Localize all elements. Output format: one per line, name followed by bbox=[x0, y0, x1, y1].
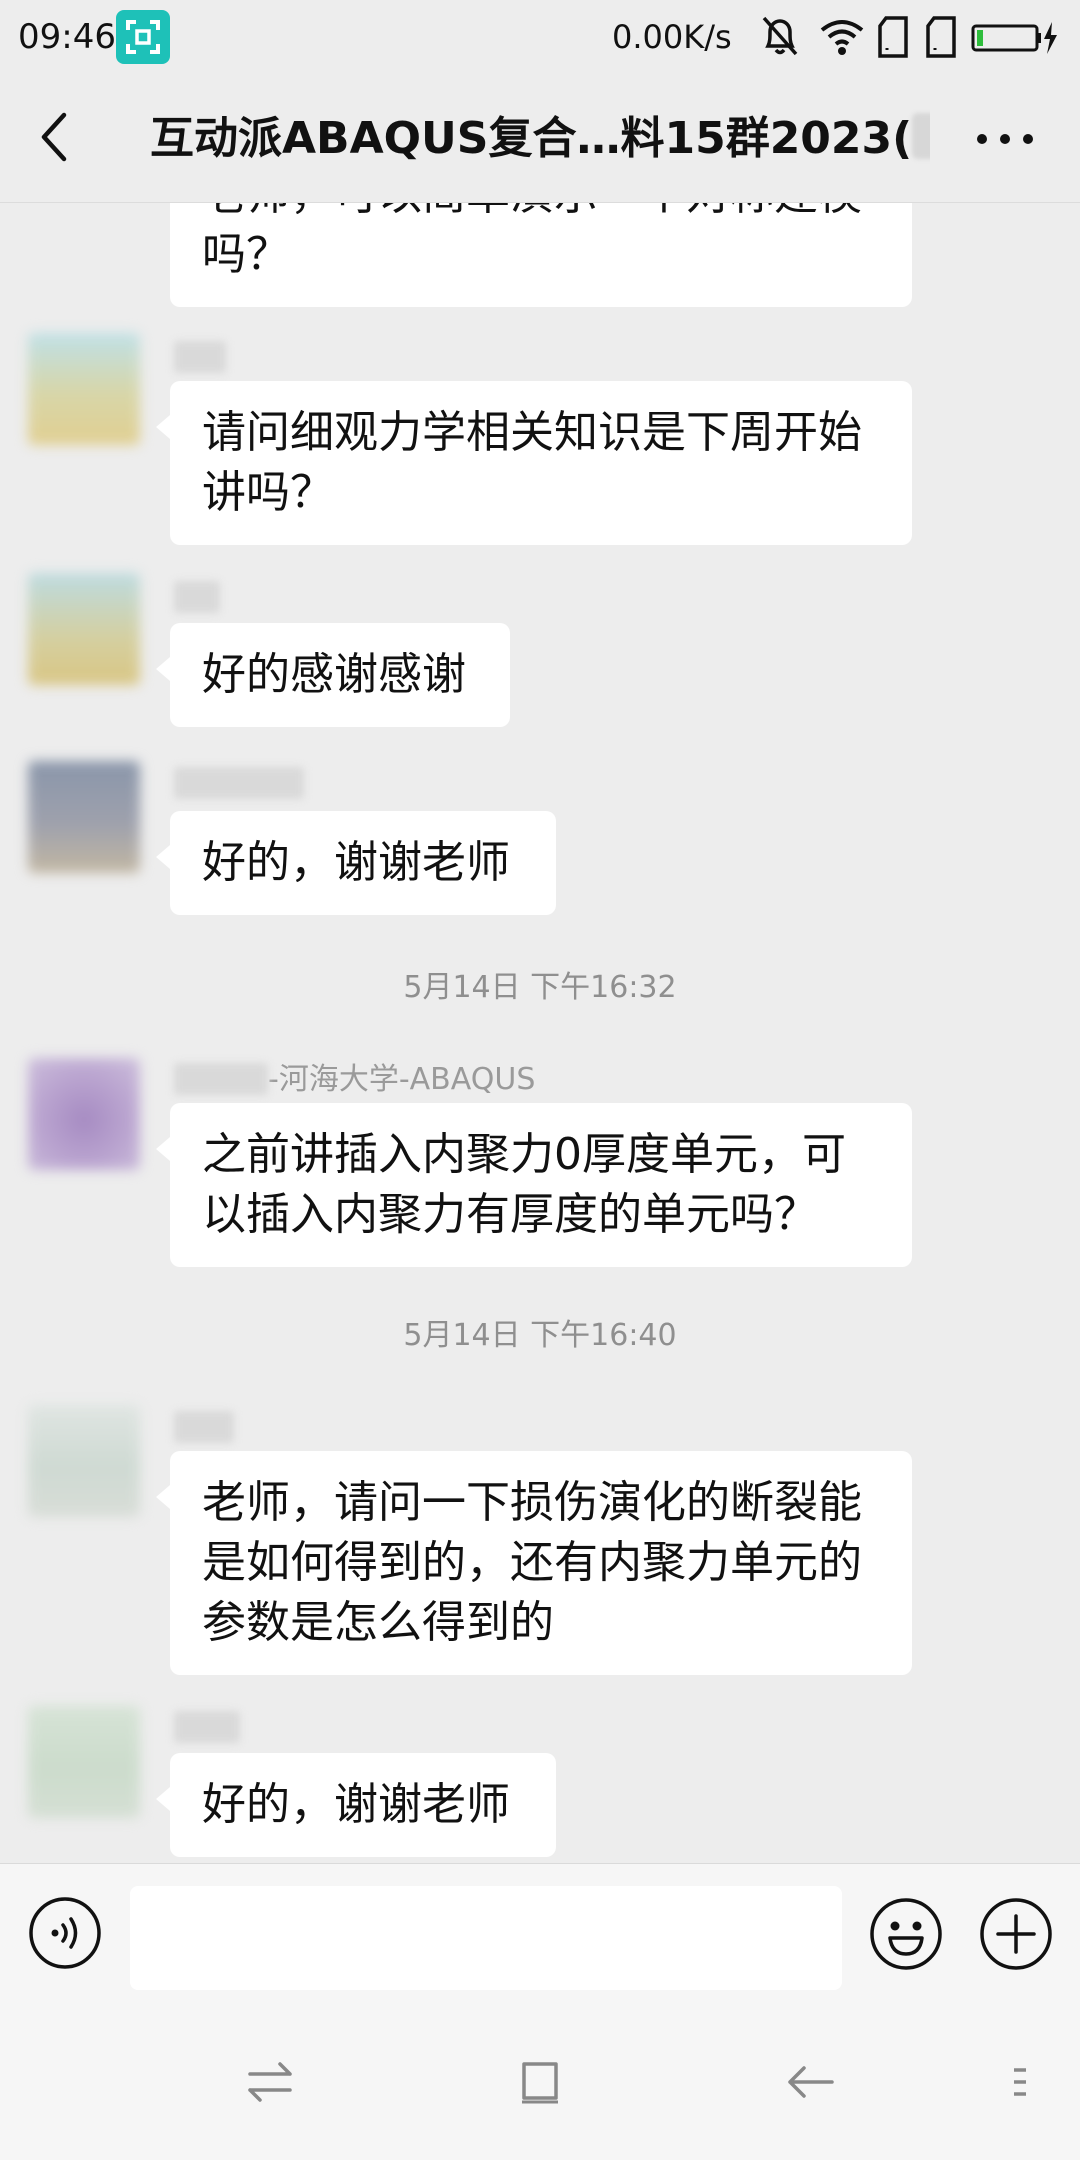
message-text: 好的感谢感谢 bbox=[202, 649, 466, 700]
redacted-name bbox=[174, 767, 304, 799]
message-text: 之前讲插入内聚力0厚度单元，可 以插入内聚力有厚度的单元吗？ bbox=[202, 1129, 846, 1240]
status-time: 09:46 bbox=[18, 17, 116, 57]
message-list[interactable]: 老师，可以简单演示一个对称建模 吗？ 请问细观力学相关知识是下周开始 讲吗？ 好… bbox=[0, 203, 1080, 1863]
chat-title: 互动派ABAQUS复合…料15群2023() bbox=[150, 109, 930, 169]
switch-apps-icon bbox=[248, 2062, 292, 2102]
back-button[interactable] bbox=[24, 105, 88, 169]
message-text: 好的，谢谢老师 bbox=[202, 837, 510, 888]
navigation-bar bbox=[0, 1994, 1080, 2160]
message-text: 老师，请问一下损伤演化的断裂能 是如何得到的，还有内聚力单元的 参数是怎么得到的 bbox=[202, 1477, 862, 1648]
timestamp: 5月14日 下午16:32 bbox=[403, 970, 677, 1005]
avatar[interactable] bbox=[28, 1706, 140, 1818]
sender-name bbox=[174, 765, 304, 803]
back-arrow-icon bbox=[788, 2066, 834, 2098]
message-bubble[interactable]: 好的感谢感谢 bbox=[156, 623, 510, 727]
menu-button[interactable] bbox=[1004, 2052, 1034, 2112]
avatar[interactable] bbox=[28, 333, 140, 445]
chat-title-text: 互动派ABAQUS复合…料15群2023( bbox=[150, 113, 913, 164]
message-bubble[interactable]: 好的，谢谢老师 bbox=[156, 811, 556, 915]
sender-name bbox=[174, 1709, 240, 1747]
voice-icon bbox=[29, 1897, 101, 1969]
home-square-icon bbox=[522, 2062, 558, 2104]
emoji-icon bbox=[870, 1898, 942, 1970]
avatar[interactable] bbox=[28, 1405, 140, 1517]
redacted-name bbox=[174, 581, 220, 613]
redacted-name bbox=[174, 1411, 234, 1443]
menu-icon bbox=[1014, 2068, 1026, 2096]
status-bar: 09:46 0.00K/s bbox=[0, 0, 1080, 75]
chevron-left-icon bbox=[41, 112, 67, 162]
input-bar bbox=[0, 1863, 1080, 1994]
sender-name bbox=[174, 579, 220, 617]
sender-name-text: -河海大学-ABAQUS bbox=[268, 1062, 536, 1097]
plus-icon bbox=[980, 1898, 1052, 1970]
timestamp: 5月14日 下午16:40 bbox=[403, 1318, 677, 1353]
sim2-icon bbox=[924, 14, 958, 60]
network-speed: 0.00K/s bbox=[612, 18, 732, 56]
message-text: 老师，可以简单演示一个对称建模 吗？ bbox=[202, 203, 862, 280]
redacted-name bbox=[174, 341, 226, 373]
voice-button[interactable] bbox=[28, 1896, 102, 1970]
emoji-button[interactable] bbox=[868, 1896, 944, 1972]
redacted-member-count bbox=[912, 113, 930, 159]
screen-scan-icon bbox=[116, 10, 170, 64]
chat-header: 互动派ABAQUS复合…料15群2023() bbox=[0, 75, 1080, 203]
sim1-icon bbox=[876, 14, 910, 60]
sender-name bbox=[174, 339, 226, 377]
message-text: 请问细观力学相关知识是下周开始 讲吗？ bbox=[202, 407, 862, 518]
switch-apps-button[interactable] bbox=[240, 2052, 300, 2112]
message-bubble[interactable]: 老师，请问一下损伤演化的断裂能 是如何得到的，还有内聚力单元的 参数是怎么得到的 bbox=[156, 1451, 912, 1675]
battery-charging-icon bbox=[970, 14, 1060, 60]
message-bubble[interactable]: 请问细观力学相关知识是下周开始 讲吗？ bbox=[156, 381, 912, 545]
message-bubble[interactable]: 好的，谢谢老师 bbox=[156, 1753, 556, 1857]
redacted-name bbox=[174, 1711, 240, 1743]
message-input[interactable] bbox=[130, 1886, 842, 1990]
more-button[interactable] bbox=[970, 111, 1040, 167]
wifi-icon bbox=[818, 14, 866, 60]
avatar[interactable] bbox=[28, 1058, 140, 1170]
message-text: 好的，谢谢老师 bbox=[202, 1779, 510, 1830]
sender-name: -河海大学-ABAQUS bbox=[174, 1061, 535, 1099]
message-bubble[interactable]: 之前讲插入内聚力0厚度单元，可 以插入内聚力有厚度的单元吗？ bbox=[156, 1103, 912, 1267]
mute-bell-icon bbox=[758, 14, 802, 60]
redacted-name bbox=[174, 1063, 268, 1095]
avatar[interactable] bbox=[28, 761, 140, 873]
message-bubble[interactable]: 老师，可以简单演示一个对称建模 吗？ bbox=[170, 203, 912, 307]
home-button[interactable] bbox=[510, 2052, 570, 2112]
avatar[interactable] bbox=[28, 573, 140, 685]
back-nav-button[interactable] bbox=[780, 2052, 840, 2112]
more-dots-icon bbox=[977, 134, 1033, 144]
plus-button[interactable] bbox=[978, 1896, 1054, 1972]
sender-name bbox=[174, 1409, 234, 1447]
